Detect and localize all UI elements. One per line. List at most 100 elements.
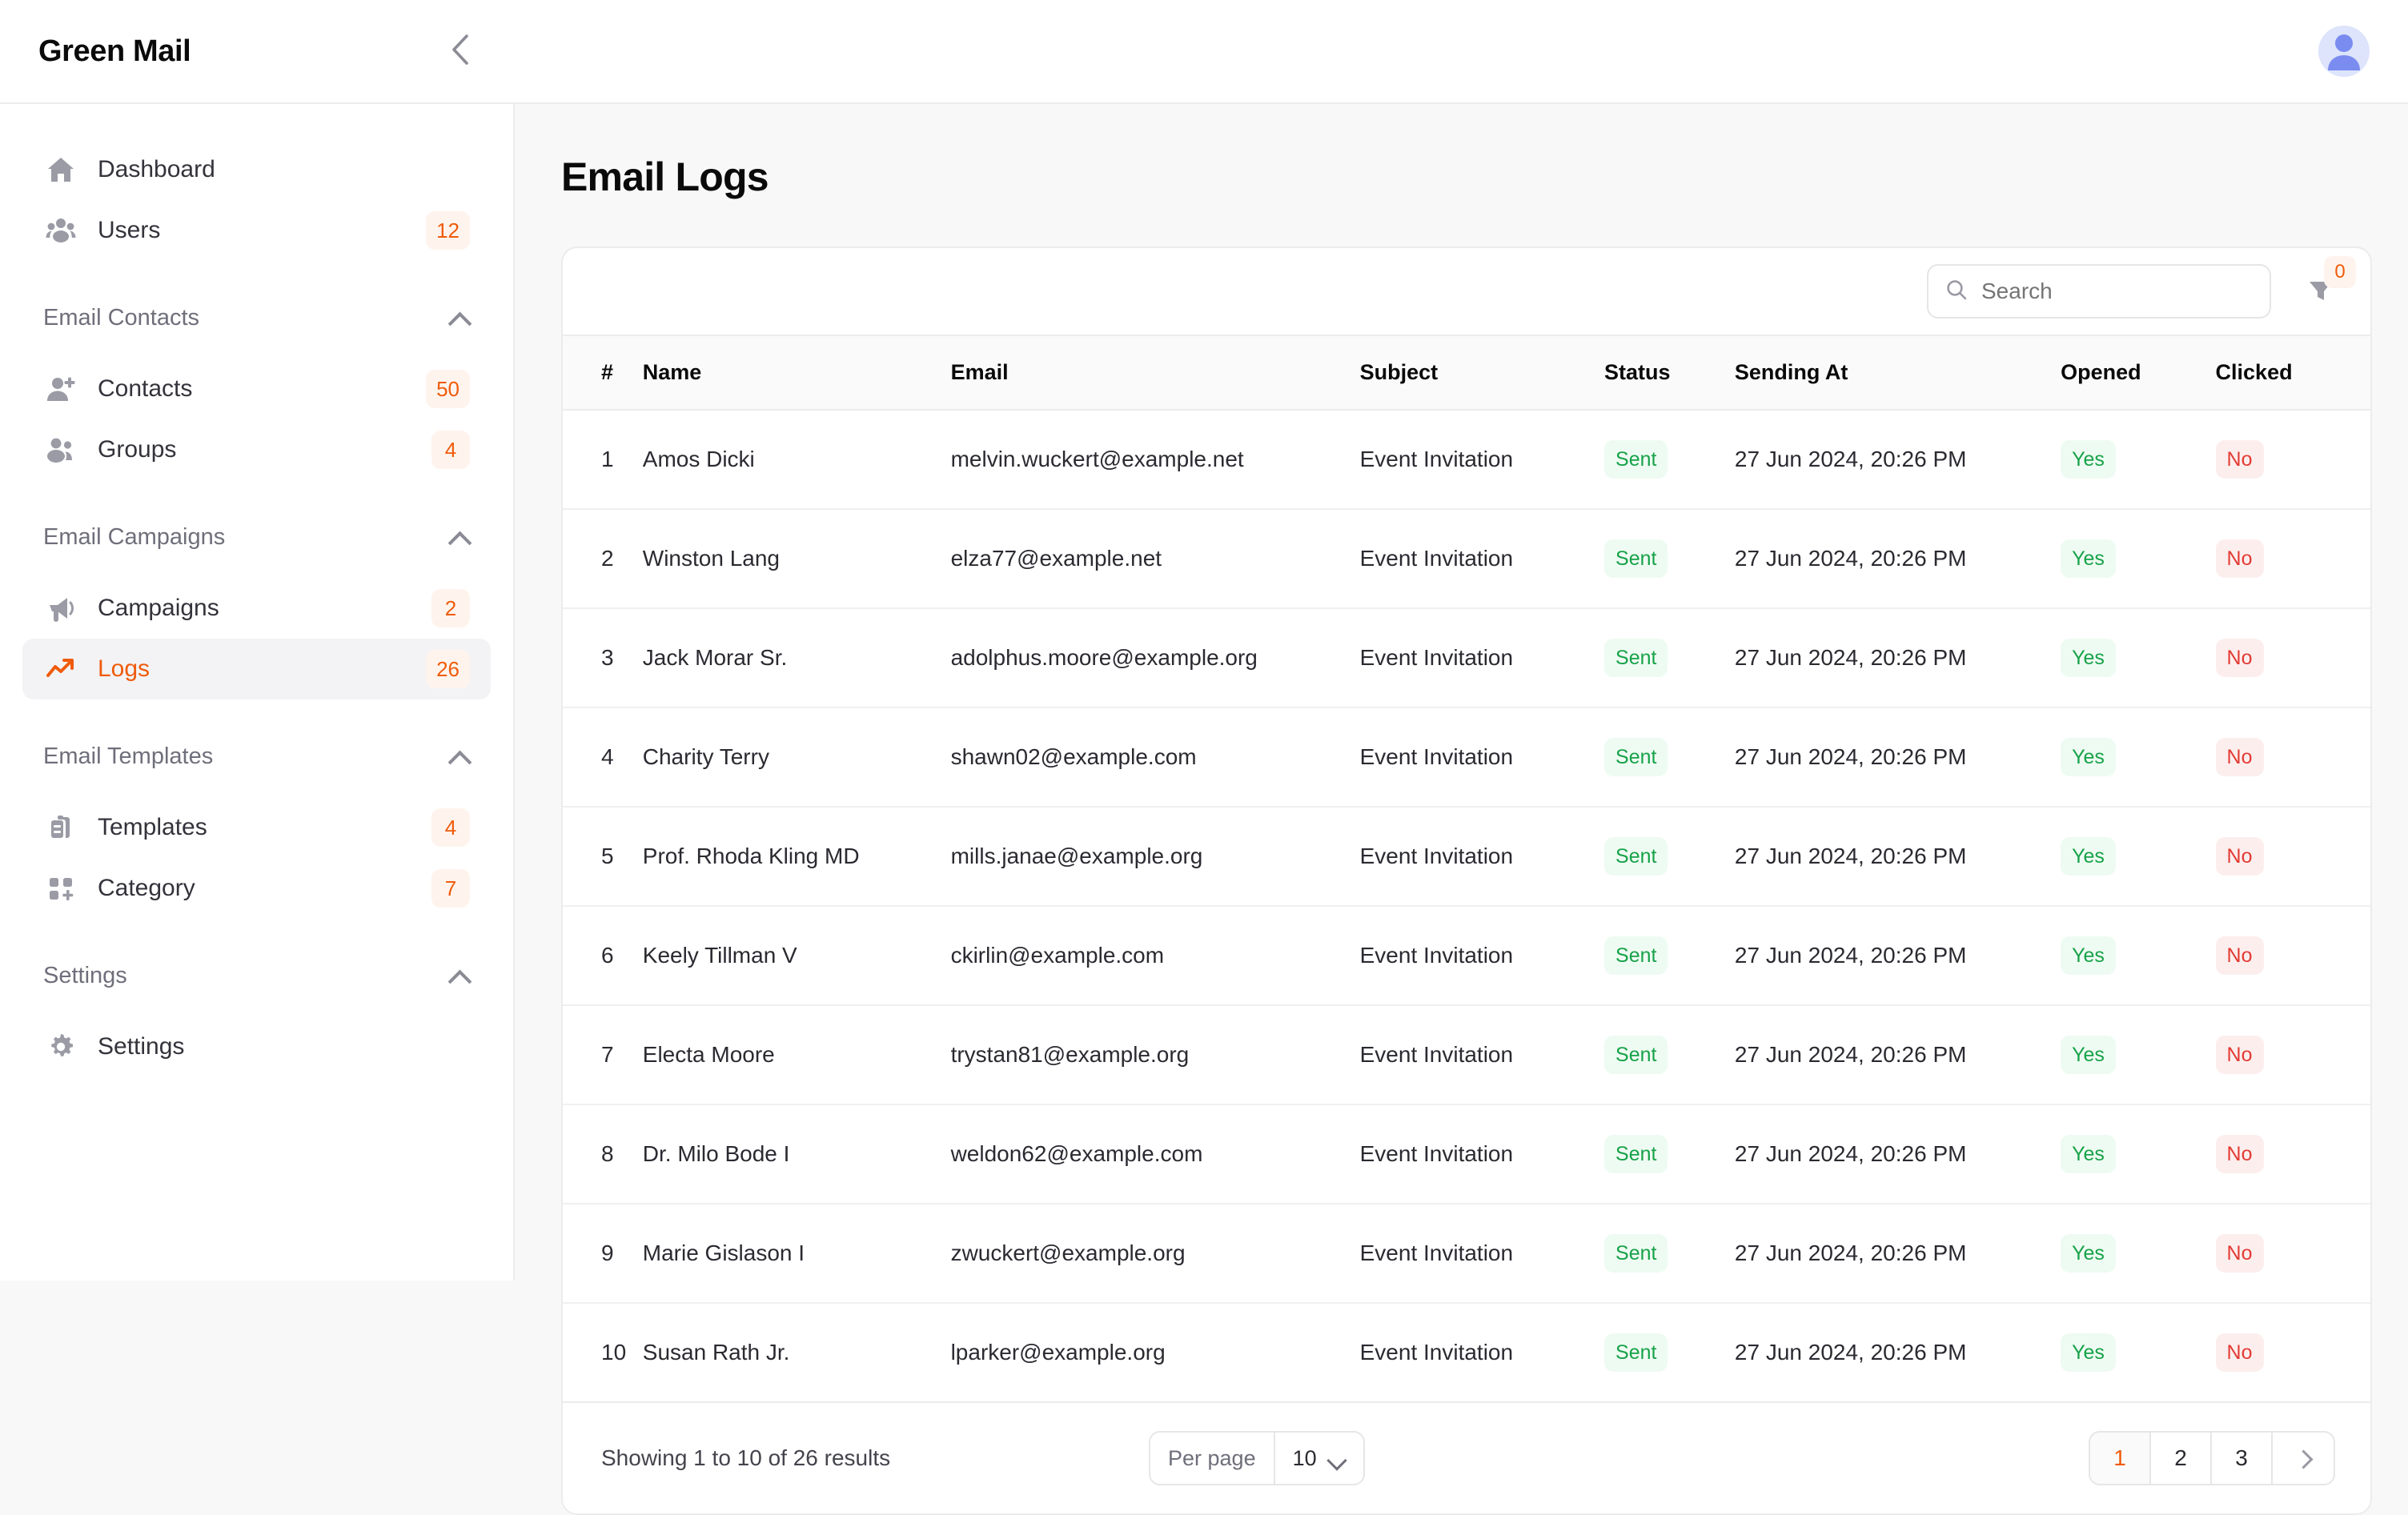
column-header-number[interactable]: # xyxy=(563,335,643,410)
sidebar-item-settings[interactable]: Settings xyxy=(22,1016,491,1077)
cell-number: 10 xyxy=(563,1303,643,1402)
user-plus-icon xyxy=(43,371,78,407)
table-row[interactable]: 7Electa Mooretrystan81@example.orgEvent … xyxy=(563,1005,2370,1104)
table-row[interactable]: 9Marie Gislason Izwuckert@example.orgEve… xyxy=(563,1204,2370,1303)
column-header-opened[interactable]: Opened xyxy=(2061,335,2215,410)
cell-clicked: No xyxy=(2216,1104,2370,1204)
cell-email: adolphus.moore@example.org xyxy=(951,608,1360,707)
opened-badge: Yes xyxy=(2061,539,2116,578)
sidebar-item-label: Logs xyxy=(98,655,150,683)
opened-badge: Yes xyxy=(2061,738,2116,776)
cell-opened: Yes xyxy=(2061,410,2215,509)
templates-icon xyxy=(43,810,78,845)
search-input[interactable] xyxy=(1981,279,2245,304)
gear-icon xyxy=(43,1029,78,1064)
cell-opened: Yes xyxy=(2061,1104,2215,1204)
sidebar-group-label: Email Templates xyxy=(43,743,213,770)
chevron-up-icon xyxy=(449,312,470,323)
clicked-badge: No xyxy=(2216,738,2264,776)
cell-name: Electa Moore xyxy=(643,1005,951,1104)
results-summary: Showing 1 to 10 of 26 results xyxy=(601,1445,890,1471)
cell-opened: Yes xyxy=(2061,1303,2215,1402)
cell-clicked: No xyxy=(2216,1204,2370,1303)
cell-opened: Yes xyxy=(2061,1204,2215,1303)
filter-count-badge: 0 xyxy=(2324,256,2356,288)
page-button-2[interactable]: 2 xyxy=(2151,1433,2212,1484)
table-row[interactable]: 4Charity Terryshawn02@example.comEvent I… xyxy=(563,707,2370,807)
clicked-badge: No xyxy=(2216,440,2264,479)
avatar[interactable] xyxy=(2318,26,2370,77)
sidebar-item-campaigns[interactable]: Campaigns 2 xyxy=(22,578,491,639)
sidebar-group-email-templates[interactable]: Email Templates xyxy=(22,730,491,783)
cell-status: Sent xyxy=(1604,509,1735,608)
sidebar-item-label: Dashboard xyxy=(98,156,215,183)
cell-subject: Event Invitation xyxy=(1360,410,1604,509)
table-row[interactable]: 6Keely Tillman Vckirlin@example.comEvent… xyxy=(563,906,2370,1005)
page-button-1[interactable]: 1 xyxy=(2090,1433,2151,1484)
app-brand-title: Green Mail xyxy=(38,34,191,69)
opened-badge: Yes xyxy=(2061,440,2116,479)
cell-subject: Event Invitation xyxy=(1360,509,1604,608)
cell-clicked: No xyxy=(2216,707,2370,807)
sidebar-item-logs[interactable]: Logs 26 xyxy=(22,639,491,699)
cell-subject: Event Invitation xyxy=(1360,807,1604,906)
sidebar-group-email-contacts[interactable]: Email Contacts xyxy=(22,291,491,344)
table-row[interactable]: 3Jack Morar Sr.adolphus.moore@example.or… xyxy=(563,608,2370,707)
sidebar-item-templates[interactable]: Templates 4 xyxy=(22,797,491,858)
search-box[interactable] xyxy=(1927,264,2271,319)
table-row[interactable]: 10Susan Rath Jr.lparker@example.orgEvent… xyxy=(563,1303,2370,1402)
cell-number: 6 xyxy=(563,906,643,1005)
sidebar-group-label: Email Campaigns xyxy=(43,524,225,551)
cell-subject: Event Invitation xyxy=(1360,707,1604,807)
column-header-subject[interactable]: Subject xyxy=(1360,335,1604,410)
clicked-badge: No xyxy=(2216,1333,2264,1372)
users-icon xyxy=(43,213,78,248)
per-page-select[interactable]: 10 xyxy=(1275,1433,1363,1484)
cell-name: Amos Dicki xyxy=(643,410,951,509)
cell-name: Winston Lang xyxy=(643,509,951,608)
clicked-badge: No xyxy=(2216,936,2264,975)
megaphone-icon xyxy=(43,591,78,626)
sidebar-item-groups[interactable]: Groups 4 xyxy=(22,419,491,480)
sidebar-group-email-campaigns[interactable]: Email Campaigns xyxy=(22,511,491,563)
page-button-3[interactable]: 3 xyxy=(2212,1433,2273,1484)
status-badge: Sent xyxy=(1604,738,1668,776)
status-badge: Sent xyxy=(1604,440,1668,479)
sidebar-group-settings[interactable]: Settings xyxy=(22,949,491,1002)
sidebar-item-badge: 26 xyxy=(426,650,470,688)
cell-status: Sent xyxy=(1604,1005,1735,1104)
table-row[interactable]: 2Winston Langelza77@example.netEvent Inv… xyxy=(563,509,2370,608)
sidebar-item-contacts[interactable]: Contacts 50 xyxy=(22,359,491,419)
column-header-name[interactable]: Name xyxy=(643,335,951,410)
opened-badge: Yes xyxy=(2061,639,2116,677)
cell-number: 4 xyxy=(563,707,643,807)
next-page-button[interactable] xyxy=(2273,1433,2334,1484)
cell-clicked: No xyxy=(2216,509,2370,608)
column-header-status[interactable]: Status xyxy=(1604,335,1735,410)
opened-badge: Yes xyxy=(2061,837,2116,876)
column-header-email[interactable]: Email xyxy=(951,335,1360,410)
status-badge: Sent xyxy=(1604,837,1668,876)
sidebar-item-category[interactable]: Category 7 xyxy=(22,858,491,919)
cell-clicked: No xyxy=(2216,807,2370,906)
filter-button[interactable]: 0 xyxy=(2298,269,2343,314)
sidebar-collapse-button[interactable] xyxy=(436,27,484,75)
cell-sending-at: 27 Jun 2024, 20:26 PM xyxy=(1735,410,2061,509)
sidebar-item-users[interactable]: Users 12 xyxy=(22,200,491,261)
cell-sending-at: 27 Jun 2024, 20:26 PM xyxy=(1735,1204,2061,1303)
table-row[interactable]: 5Prof. Rhoda Kling MDmills.janae@example… xyxy=(563,807,2370,906)
column-header-sending-at[interactable]: Sending At xyxy=(1735,335,2061,410)
cell-subject: Event Invitation xyxy=(1360,1005,1604,1104)
table-row[interactable]: 8Dr. Milo Bode Iweldon62@example.comEven… xyxy=(563,1104,2370,1204)
sidebar: Dashboard Users 12 Email Contacts xyxy=(0,104,515,1281)
cell-name: Susan Rath Jr. xyxy=(643,1303,951,1402)
opened-badge: Yes xyxy=(2061,1135,2116,1173)
cell-sending-at: 27 Jun 2024, 20:26 PM xyxy=(1735,906,2061,1005)
table-head: # Name Email Subject Status Sending At O… xyxy=(563,335,2370,410)
column-header-clicked[interactable]: Clicked xyxy=(2216,335,2370,410)
chevron-left-icon xyxy=(447,31,474,72)
sidebar-item-dashboard[interactable]: Dashboard xyxy=(22,139,491,200)
cell-subject: Event Invitation xyxy=(1360,608,1604,707)
table-row[interactable]: 1Amos Dickimelvin.wuckert@example.netEve… xyxy=(563,410,2370,509)
per-page-control[interactable]: Per page 10 xyxy=(1149,1431,1365,1485)
